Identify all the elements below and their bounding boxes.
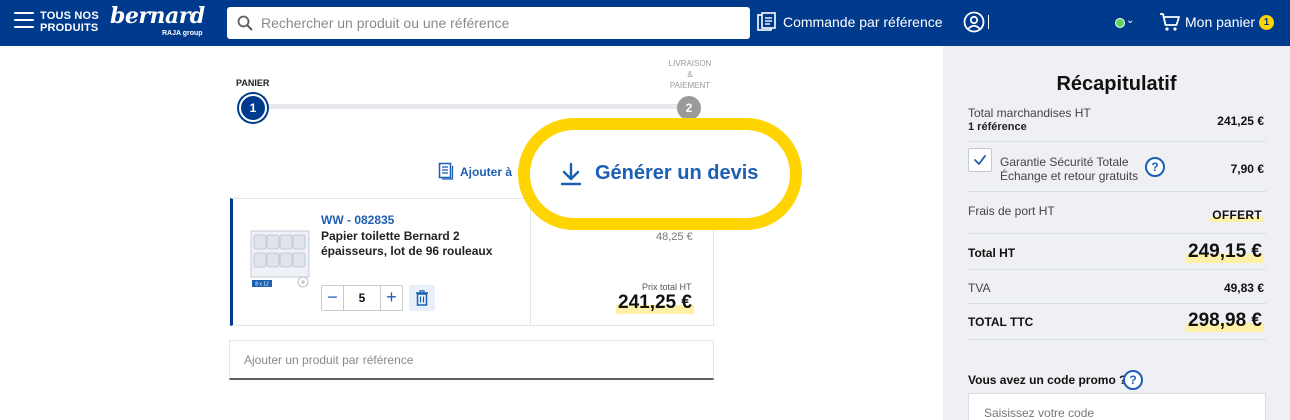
quantity-input[interactable]: 5 [344, 286, 380, 310]
summary-row-total-ttc: TOTAL TTC 298,98 € [968, 304, 1266, 340]
add-to-list-label: Ajouter à [460, 165, 513, 179]
delete-item-button[interactable] [409, 285, 435, 311]
download-icon [560, 162, 582, 186]
menu-label-line2: PRODUITS [40, 22, 99, 34]
warranty-value: 7,90 € [1230, 162, 1264, 176]
unit-price: 48,25 € [656, 231, 693, 243]
step-1-indicator: 1 [239, 94, 267, 122]
cart-count-badge: 1 [1259, 15, 1274, 30]
shipping-value: OFFERT [1210, 208, 1264, 222]
product-name[interactable]: Papier toilette Bernard 2 épaisseurs, lo… [321, 229, 521, 259]
order-summary-panel: Récapitulatif Total marchandises HT 1 ré… [943, 46, 1290, 420]
summary-title: Récapitulatif [1056, 73, 1177, 95]
promo-help-icon[interactable]: ? [1123, 370, 1143, 390]
total-ttc-value: 298,98 € [1186, 310, 1264, 332]
quantity-stepper: − 5 + [321, 285, 403, 311]
decrease-quantity-button[interactable]: − [322, 286, 344, 310]
total-price-label: Prix total HT [642, 282, 692, 292]
product-image[interactable]: 8 x 12 [249, 229, 311, 291]
card-divider [530, 199, 531, 325]
chevron-down-icon[interactable]: ⌄ [1126, 15, 1134, 26]
list-document-icon [438, 162, 454, 180]
total-ht-value: 249,15 € [1186, 241, 1264, 263]
logo-subtext: RAJA group [162, 30, 203, 37]
trash-icon [416, 290, 428, 306]
top-navigation-bar: TOUS NOS PRODUITS bernard RAJA group Com… [0, 0, 1290, 46]
step-delivery-payment-label: LIVRAISON & PAIEMENT [660, 58, 720, 91]
step-2-indicator[interactable]: 2 [677, 96, 701, 120]
summary-row-total-ht: Total HT 249,15 € [968, 234, 1266, 270]
step-cart-label: PANIER [236, 78, 270, 88]
tva-value: 49,83 € [1223, 281, 1264, 295]
step2-label-line1: LIVRAISON [668, 59, 712, 68]
shipping-label: Frais de port HT [968, 204, 1055, 218]
logo-text: bernard [110, 3, 205, 29]
add-by-reference-field [229, 340, 714, 380]
total-ht-label: Total HT [968, 246, 1016, 260]
warranty-label-line2: Échange et retour gratuits [1000, 169, 1139, 183]
all-products-menu-button[interactable]: TOUS NOS PRODUITS [14, 10, 104, 36]
all-products-menu-label: TOUS NOS PRODUITS [40, 10, 110, 34]
summary-row-merchandise: Total marchandises HT 1 référence 241,25… [968, 102, 1266, 142]
merchandise-count: 1 référence [968, 121, 1027, 133]
menu-label-line1: TOUS NOS [40, 10, 99, 22]
add-by-reference-input[interactable] [244, 341, 704, 379]
summary-row-tva: TVA 49,83 € [968, 270, 1266, 304]
warranty-label-line1: Garantie Sécurité Totale [1000, 155, 1129, 169]
summary-row-shipping: Frais de port HT OFFERT [968, 192, 1266, 234]
order-by-reference-label: Commande par référence [783, 14, 943, 30]
product-image-caption: 8 x 12 [255, 282, 269, 288]
online-status-indicator[interactable] [1115, 18, 1125, 28]
step2-label-line3: PAIEMENT [669, 81, 711, 90]
search-icon[interactable] [237, 15, 253, 31]
account-separator [988, 15, 989, 29]
product-reference[interactable]: WW - 082835 [321, 213, 394, 227]
shopping-cart-icon [1160, 13, 1180, 31]
merchandise-value: 241,25 € [1217, 114, 1264, 128]
promo-code-label: Vous avez un code promo ? [968, 373, 1127, 387]
checkout-progress-line [268, 104, 680, 109]
check-icon [974, 155, 986, 165]
warranty-checkbox[interactable] [968, 148, 992, 172]
generate-quote-label: Générer un devis [595, 162, 759, 184]
tva-label: TVA [968, 281, 991, 295]
increase-quantity-button[interactable]: + [380, 286, 402, 310]
bernard-logo[interactable]: bernard RAJA group [110, 3, 210, 41]
step2-label-line2: & [687, 70, 693, 79]
order-list-icon [757, 12, 776, 31]
summary-row-warranty: Garantie Sécurité Totale Échange et reto… [968, 142, 1266, 192]
warranty-help-icon[interactable]: ? [1145, 157, 1165, 177]
generate-quote-button[interactable]: Générer un devis [550, 150, 780, 198]
search-input[interactable] [261, 7, 741, 39]
search-bar [227, 7, 750, 39]
cart-label: Mon panier [1185, 14, 1256, 30]
user-account-icon[interactable] [963, 11, 985, 33]
merchandise-label: Total marchandises HT [968, 106, 1091, 120]
total-ttc-label: TOTAL TTC [968, 315, 1034, 329]
hamburger-icon [14, 12, 34, 30]
promo-code-input[interactable] [968, 393, 1266, 420]
total-price-value: 241,25 € [616, 292, 694, 314]
